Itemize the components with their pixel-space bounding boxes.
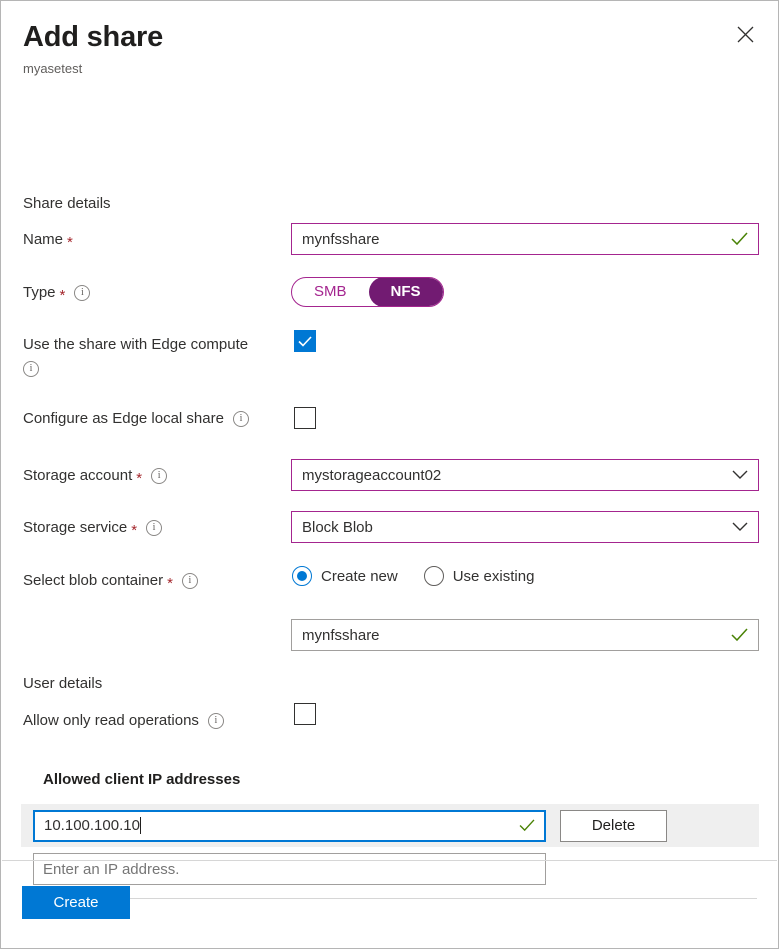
edge-local-checkbox[interactable] bbox=[294, 407, 316, 429]
chevron-down-icon bbox=[732, 522, 748, 532]
edge-compute-row: Use the share with Edge compute i bbox=[1, 335, 291, 377]
text-cursor bbox=[140, 817, 141, 834]
edge-compute-checkbox[interactable] bbox=[294, 330, 316, 352]
radio-create-new[interactable]: Create new bbox=[292, 566, 398, 586]
required-marker: * bbox=[131, 523, 137, 538]
checkmark-icon bbox=[298, 336, 312, 347]
name-input[interactable]: mynfsshare bbox=[291, 223, 759, 255]
info-icon[interactable]: i bbox=[182, 573, 198, 589]
dialog-body: Share details Name * mynfsshare Type * i… bbox=[1, 78, 778, 948]
storage-service-row: Storage service * i bbox=[1, 518, 162, 538]
delete-ip-button[interactable]: Delete bbox=[560, 810, 667, 842]
info-icon[interactable]: i bbox=[74, 285, 90, 301]
type-toggle[interactable]: SMB NFS bbox=[291, 277, 444, 307]
storage-service-label: Storage service * i bbox=[23, 518, 162, 538]
share-details-heading: Share details bbox=[1, 195, 111, 212]
required-marker: * bbox=[67, 235, 73, 250]
storage-service-value: Block Blob bbox=[302, 519, 732, 536]
type-option-nfs[interactable]: NFS bbox=[369, 277, 443, 307]
read-only-checkbox[interactable] bbox=[294, 703, 316, 725]
required-marker: * bbox=[136, 471, 142, 486]
blob-container-radio-group: Create new Use existing bbox=[292, 566, 534, 586]
radio-dot bbox=[424, 566, 444, 586]
info-icon[interactable]: i bbox=[151, 468, 167, 484]
type-label: Type * i bbox=[23, 283, 90, 303]
blob-container-row: Select blob container * i bbox=[1, 571, 198, 591]
dialog-footer: Create bbox=[1, 860, 778, 948]
user-details-heading: User details bbox=[1, 675, 102, 692]
edge-local-row: Configure as Edge local share i bbox=[1, 409, 249, 429]
add-share-dialog: Add share myasetest Share details Name *… bbox=[0, 0, 779, 949]
blob-container-label: Select blob container * i bbox=[23, 571, 198, 591]
info-icon[interactable]: i bbox=[233, 411, 249, 427]
radio-use-existing[interactable]: Use existing bbox=[424, 566, 535, 586]
radio-use-existing-label: Use existing bbox=[453, 568, 535, 585]
name-row: Name * bbox=[1, 230, 73, 250]
info-icon[interactable]: i bbox=[23, 361, 39, 377]
info-icon[interactable]: i bbox=[208, 713, 224, 729]
dialog-subtitle: myasetest bbox=[23, 60, 756, 78]
ip-address-input[interactable]: 10.100.100.10 bbox=[33, 810, 546, 842]
read-only-row: Allow only read operations i bbox=[1, 711, 224, 731]
blob-container-name-value: mynfsshare bbox=[302, 627, 731, 644]
info-icon[interactable]: i bbox=[146, 520, 162, 536]
dialog-header: Add share myasetest bbox=[1, 1, 778, 78]
ip-address-value: 10.100.100.10 bbox=[44, 817, 140, 834]
type-row: Type * i bbox=[1, 283, 90, 303]
required-marker: * bbox=[167, 576, 173, 591]
name-label: Name * bbox=[23, 230, 73, 250]
radio-create-new-label: Create new bbox=[321, 568, 398, 585]
required-marker: * bbox=[60, 288, 66, 303]
checkmark-icon bbox=[519, 819, 535, 832]
type-option-smb[interactable]: SMB bbox=[292, 277, 369, 307]
allowed-ips-heading: Allowed client IP addresses bbox=[43, 771, 240, 788]
radio-dot-selected bbox=[292, 566, 312, 586]
checkmark-icon bbox=[731, 232, 748, 246]
close-icon bbox=[737, 26, 754, 43]
edge-compute-label: Use the share with Edge compute i bbox=[23, 335, 248, 377]
checkmark-icon bbox=[731, 628, 748, 642]
storage-account-value: mystorageaccount02 bbox=[302, 467, 732, 484]
storage-account-select[interactable]: mystorageaccount02 bbox=[291, 459, 759, 491]
ip-entry-row: 10.100.100.10 Delete bbox=[21, 804, 759, 847]
create-button[interactable]: Create bbox=[22, 886, 130, 919]
read-only-label: Allow only read operations i bbox=[23, 711, 224, 731]
name-input-value: mynfsshare bbox=[302, 231, 731, 248]
page-title: Add share bbox=[23, 19, 756, 55]
chevron-down-icon bbox=[732, 470, 748, 480]
storage-service-select[interactable]: Block Blob bbox=[291, 511, 759, 543]
storage-account-label: Storage account * i bbox=[23, 466, 167, 486]
blob-container-name-input[interactable]: mynfsshare bbox=[291, 619, 759, 651]
footer-divider bbox=[2, 860, 777, 861]
storage-account-row: Storage account * i bbox=[1, 466, 167, 486]
close-button[interactable] bbox=[728, 17, 762, 51]
edge-local-label: Configure as Edge local share i bbox=[23, 409, 249, 429]
